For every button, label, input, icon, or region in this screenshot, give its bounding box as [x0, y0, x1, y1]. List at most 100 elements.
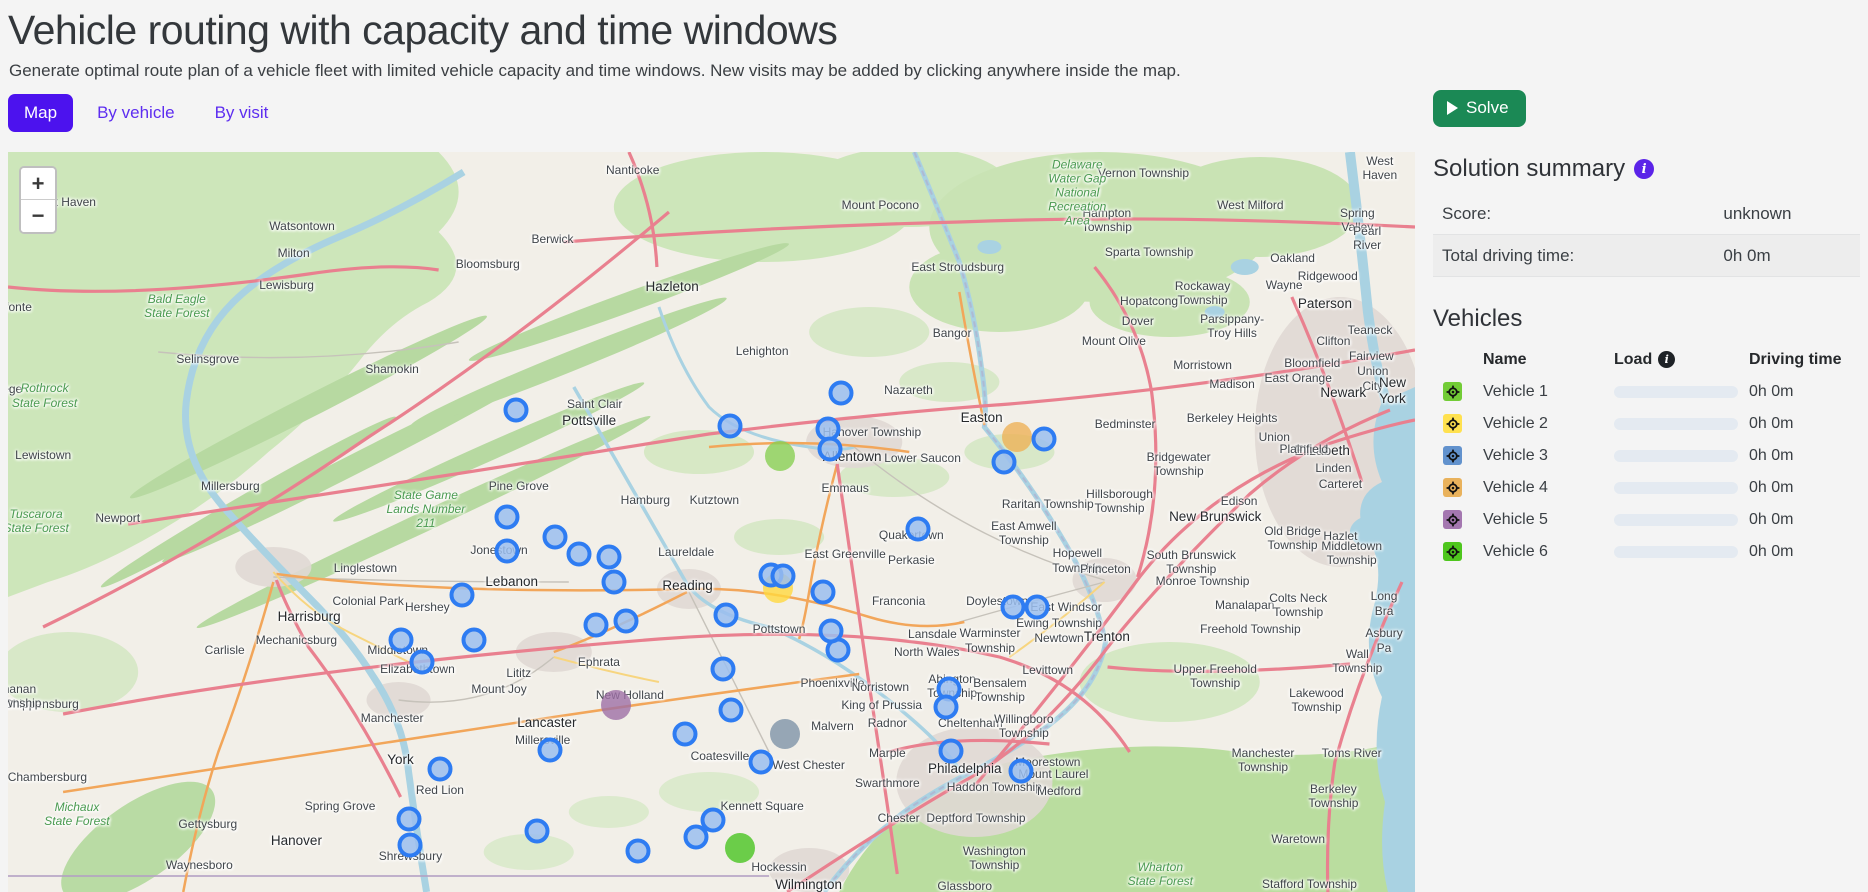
vehicle-depot-marker[interactable]: [725, 833, 755, 863]
visit-marker[interactable]: [495, 504, 520, 529]
visit-marker[interactable]: [710, 657, 735, 682]
vehicle-row: Vehicle 2 0h 0m: [1433, 408, 1860, 440]
vehicle-depot-marker[interactable]: [765, 441, 795, 471]
vehicle-row: Vehicle 3 0h 0m: [1433, 440, 1860, 472]
visit-marker[interactable]: [626, 838, 651, 863]
visit-marker[interactable]: [427, 757, 452, 782]
vehicles-title: Vehicles: [1433, 305, 1522, 333]
column-driving-time: Driving time: [1749, 343, 1841, 376]
map-zoom-control: + −: [19, 166, 57, 234]
vehicle-name: Vehicle 2: [1483, 408, 1548, 440]
visit-marker[interactable]: [1009, 759, 1034, 784]
visit-marker[interactable]: [613, 609, 638, 634]
visit-marker[interactable]: [771, 564, 796, 589]
vehicle-driving-time: 0h 0m: [1749, 504, 1793, 536]
info-circle-icon[interactable]: i: [1634, 159, 1654, 179]
vehicle-load-bar: [1614, 546, 1738, 558]
vehicle-marker-icon: [1443, 446, 1462, 465]
visit-marker[interactable]: [906, 517, 931, 542]
tab-by-visit[interactable]: By visit: [199, 94, 285, 132]
play-icon: [1447, 101, 1458, 115]
column-load: Load i: [1614, 343, 1675, 376]
visit-marker[interactable]: [713, 602, 738, 627]
load-info-circle-icon[interactable]: i: [1658, 351, 1675, 368]
vehicle-marker-icon: [1443, 382, 1462, 401]
page-header: Vehicle routing with capacity and time w…: [8, 0, 1418, 132]
vehicle-row: Vehicle 5 0h 0m: [1433, 504, 1860, 536]
visit-marker[interactable]: [525, 819, 550, 844]
visit-marker[interactable]: [748, 749, 773, 774]
vehicle-driving-time: 0h 0m: [1749, 536, 1793, 568]
score-row: Score: unknown: [1433, 193, 1860, 235]
total-driving-time-label: Total driving time:: [1442, 246, 1574, 265]
vehicle-marker-icon: [1443, 510, 1462, 529]
zoom-in-button[interactable]: +: [21, 168, 55, 200]
crosshair-icon: [1446, 449, 1460, 463]
map-terrain: [8, 152, 1415, 892]
vehicle-depot-marker[interactable]: [1002, 422, 1032, 452]
crosshair-icon: [1446, 513, 1460, 527]
solve-button[interactable]: Solve: [1433, 90, 1526, 127]
visit-marker[interactable]: [817, 436, 842, 461]
visit-marker[interactable]: [717, 413, 742, 438]
visit-marker[interactable]: [1024, 595, 1049, 620]
vehicle-driving-time: 0h 0m: [1749, 408, 1793, 440]
visit-marker[interactable]: [398, 833, 423, 858]
vehicle-load-bar: [1614, 482, 1738, 494]
solution-summary-heading: Solution summary i: [1433, 155, 1860, 183]
visit-marker[interactable]: [503, 397, 528, 422]
visit-marker[interactable]: [461, 627, 486, 652]
zoom-out-button[interactable]: −: [21, 200, 55, 232]
total-driving-time-value: 0h 0m: [1723, 235, 1770, 276]
visit-marker[interactable]: [719, 697, 744, 722]
vehicle-name: Vehicle 4: [1483, 472, 1548, 504]
visit-marker[interactable]: [672, 721, 697, 746]
visit-marker[interactable]: [584, 612, 609, 637]
vehicle-load-bar: [1614, 514, 1738, 526]
page-subtitle: Generate optimal route plan of a vehicle…: [9, 61, 1418, 81]
route-map[interactable]: Lock HavenNanticokeMount PoconoVernon To…: [8, 152, 1415, 892]
visit-marker[interactable]: [537, 737, 562, 762]
vehicle-name: Vehicle 3: [1483, 440, 1548, 472]
vehicle-load-bar: [1614, 450, 1738, 462]
solution-summary-title: Solution summary: [1433, 155, 1625, 183]
vehicle-driving-time: 0h 0m: [1749, 472, 1793, 504]
visit-marker[interactable]: [388, 628, 413, 653]
vehicles-table-header: Name Load i Driving time: [1433, 343, 1860, 376]
vehicle-name: Vehicle 5: [1483, 504, 1548, 536]
tab-by-vehicle[interactable]: By vehicle: [81, 94, 190, 132]
visit-marker[interactable]: [828, 380, 853, 405]
vehicles-table-body: Vehicle 1 0h 0m Vehicle 2 0h 0m Vehicle 3 0h …: [1433, 376, 1860, 568]
vehicle-marker-icon: [1443, 414, 1462, 433]
total-driving-time-row: Total driving time: 0h 0m: [1433, 235, 1860, 277]
visit-marker[interactable]: [543, 524, 568, 549]
visit-marker[interactable]: [495, 538, 520, 563]
vehicle-load-bar: [1614, 418, 1738, 430]
visit-marker[interactable]: [1000, 595, 1025, 620]
vehicle-name: Vehicle 1: [1483, 376, 1548, 408]
page-title: Vehicle routing with capacity and time w…: [8, 6, 1418, 55]
vehicle-depot-marker[interactable]: [770, 719, 800, 749]
visit-marker[interactable]: [992, 450, 1017, 475]
solve-button-label: Solve: [1466, 98, 1509, 118]
visit-marker[interactable]: [602, 569, 627, 594]
visit-marker[interactable]: [1031, 427, 1056, 452]
vehicle-name: Vehicle 6: [1483, 536, 1548, 568]
vehicle-depot-marker[interactable]: [601, 690, 631, 720]
visit-marker[interactable]: [567, 541, 592, 566]
visit-marker[interactable]: [934, 695, 959, 720]
visit-marker[interactable]: [409, 649, 434, 674]
visit-marker[interactable]: [810, 579, 835, 604]
visit-marker[interactable]: [700, 808, 725, 833]
tab-map[interactable]: Map: [8, 94, 73, 132]
vehicle-driving-time: 0h 0m: [1749, 376, 1793, 408]
visit-marker[interactable]: [819, 618, 844, 643]
visit-marker[interactable]: [396, 807, 421, 832]
visit-marker[interactable]: [938, 739, 963, 764]
column-load-label: Load: [1614, 343, 1652, 376]
visit-marker[interactable]: [450, 583, 475, 608]
vehicle-driving-time: 0h 0m: [1749, 440, 1793, 472]
visit-marker[interactable]: [596, 544, 621, 569]
score-label: Score:: [1442, 204, 1491, 223]
crosshair-icon: [1446, 481, 1460, 495]
